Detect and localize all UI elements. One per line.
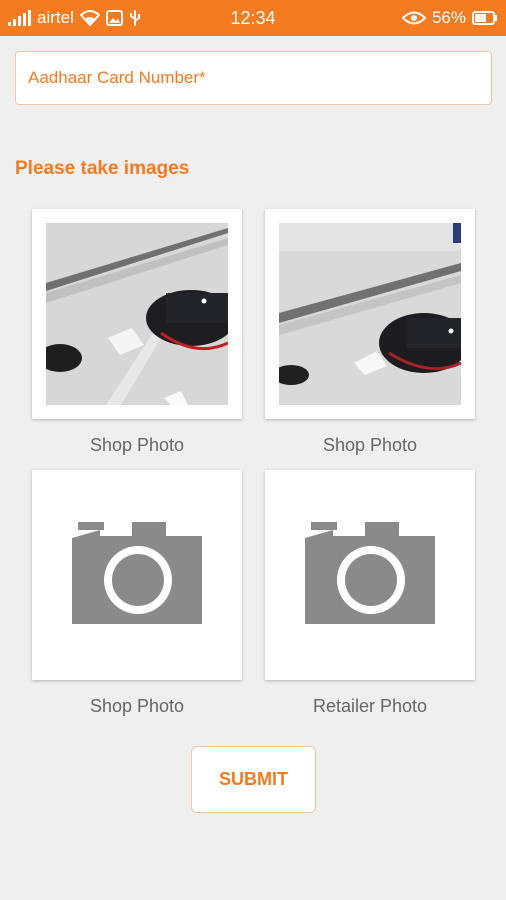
image-notification-icon	[105, 10, 123, 26]
photo-tile-3[interactable]	[32, 470, 242, 680]
aadhaar-field[interactable]	[15, 51, 492, 105]
status-left: airtel	[8, 8, 208, 28]
tile-label-4: Retailer Photo	[312, 696, 428, 716]
section-title: Please take images	[15, 158, 190, 179]
battery-percent: 56%	[431, 8, 466, 27]
photo-tile-4[interactable]	[265, 470, 475, 680]
usb-icon	[129, 9, 141, 27]
signal-icon	[8, 10, 31, 26]
status-bar: airtel 12:34 56%	[0, 0, 506, 36]
photo-tile-2[interactable]	[265, 209, 475, 419]
eye-icon	[401, 11, 426, 25]
wifi-icon	[79, 10, 100, 26]
tile-label-1: Shop Photo	[89, 435, 185, 455]
battery-icon	[472, 10, 498, 26]
captured-photo	[279, 223, 461, 405]
camera-icon	[305, 522, 435, 629]
camera-icon	[72, 522, 202, 629]
tile-label-3: Shop Photo	[89, 696, 185, 716]
photo-tile-1[interactable]	[32, 209, 242, 419]
captured-photo	[46, 223, 228, 405]
submit-button[interactable]: SUBMIT	[191, 746, 316, 813]
carrier-name: airtel	[37, 8, 74, 27]
clock: 12:34	[230, 7, 276, 28]
status-right: 56%	[298, 8, 498, 28]
aadhaar-input[interactable]	[16, 52, 491, 104]
tile-label-2: Shop Photo	[322, 435, 418, 455]
